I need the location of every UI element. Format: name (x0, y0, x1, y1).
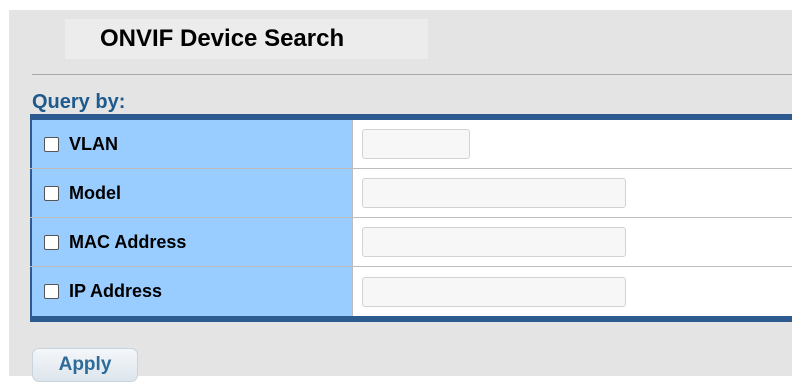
mac-address-checkbox[interactable] (44, 234, 59, 250)
query-row-mac-address: MAC Address (30, 218, 792, 267)
query-content-area: Query by: VLAN Model MAC Address IP Addr… (9, 74, 792, 382)
query-row-model: Model (30, 169, 792, 218)
query-value-cell-model (353, 169, 792, 217)
apply-button[interactable]: Apply (32, 348, 138, 382)
query-table: VLAN Model MAC Address IP Address (30, 114, 792, 322)
onvif-search-panel: ONVIF Device Search Query by: VLAN Model (0, 0, 792, 382)
page-title: ONVIF Device Search (100, 25, 345, 52)
mac-address-input[interactable] (362, 227, 626, 257)
vlan-label: VLAN (69, 133, 118, 154)
section-divider (32, 74, 792, 75)
title-bar: ONVIF Device Search (9, 10, 792, 74)
ip-address-checkbox[interactable] (44, 284, 59, 299)
query-label-cell-mac-address: MAC Address (30, 218, 353, 266)
model-checkbox[interactable] (44, 185, 59, 201)
model-input[interactable] (362, 178, 626, 208)
query-value-cell-vlan (353, 120, 792, 168)
vlan-input[interactable] (362, 129, 470, 159)
query-row-vlan: VLAN (30, 120, 792, 169)
query-value-cell-mac-address (353, 218, 792, 266)
query-label-cell-vlan: VLAN (30, 120, 353, 168)
query-value-cell-ip-address (353, 267, 792, 316)
query-section-label: Query by: (32, 91, 126, 113)
title-box: ONVIF Device Search (65, 19, 428, 59)
mac-address-label: MAC Address (69, 231, 187, 252)
ip-address-label: IP Address (69, 281, 163, 301)
query-label-cell-ip-address: IP Address (30, 267, 353, 316)
query-row-ip-address: IP Address (30, 267, 792, 316)
model-label: Model (69, 182, 121, 203)
ip-address-input[interactable] (362, 276, 626, 307)
query-label-cell-model: Model (30, 169, 353, 217)
vlan-checkbox[interactable] (44, 136, 59, 152)
